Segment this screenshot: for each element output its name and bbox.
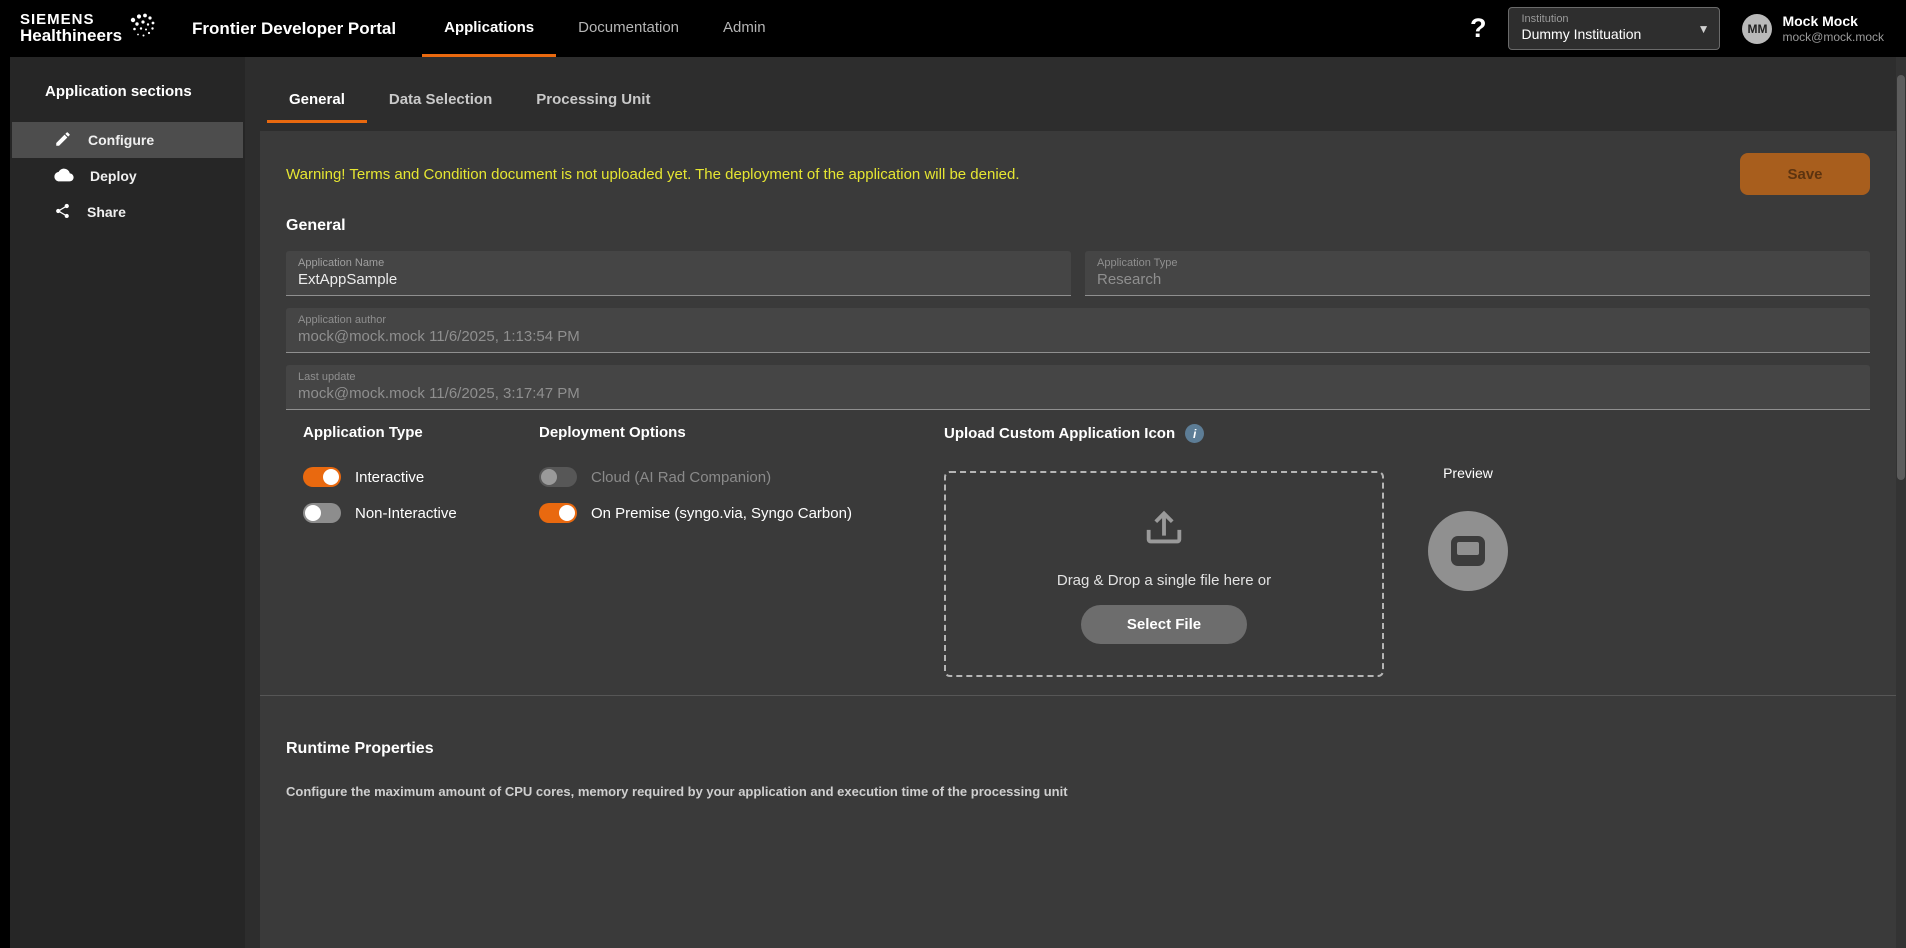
application-name-label: Application Name	[298, 257, 1059, 269]
general-panel: Warning! Terms and Condition document is…	[260, 131, 1896, 948]
application-type-field: Application Type Research	[1085, 251, 1870, 296]
on-premise-toggle[interactable]	[539, 503, 577, 523]
terms-warning-text: Warning! Terms and Condition document is…	[286, 166, 1020, 183]
sidebar-item-label: Share	[87, 204, 126, 220]
deployment-options-heading: Deployment Options	[539, 424, 944, 441]
nav-documentation[interactable]: Documentation	[556, 0, 701, 57]
non-interactive-toggle[interactable]	[303, 503, 341, 523]
institution-dropdown[interactable]: Institution Dummy Instituation ▼	[1508, 7, 1720, 50]
nav-admin[interactable]: Admin	[701, 0, 788, 57]
help-icon[interactable]: ?	[1470, 13, 1487, 44]
tab-processing-unit[interactable]: Processing Unit	[514, 81, 672, 123]
vertical-scrollbar[interactable]	[1896, 57, 1906, 948]
brand-siemens: SIEMENS	[20, 12, 122, 28]
tab-bar: General Data Selection Processing Unit	[260, 81, 1896, 123]
cloud-icon	[54, 167, 74, 186]
last-update-label: Last update	[298, 371, 1858, 383]
on-premise-toggle-label: On Premise (syngo.via, Syngo Carbon)	[591, 505, 852, 522]
application-type-label: Application Type	[1097, 257, 1858, 269]
sidebar-title: Application sections	[45, 83, 245, 100]
upload-heading: Upload Custom Application Icon	[944, 425, 1175, 442]
avatar: MM	[1742, 14, 1772, 44]
runtime-properties-description: Configure the maximum amount of CPU core…	[286, 784, 1870, 799]
application-type-group-heading: Application Type	[303, 424, 539, 441]
top-header: SIEMENS Healthineers Frontier Developer …	[0, 0, 1906, 57]
institution-value: Dummy Instituation	[1521, 26, 1689, 42]
default-app-icon	[1448, 533, 1488, 569]
general-heading: General	[286, 217, 1870, 235]
application-author-field: Application author mock@mock.mock 11/6/2…	[286, 308, 1870, 353]
sidebar-item-deploy[interactable]: Deploy	[12, 158, 243, 194]
preview-label: Preview	[1443, 465, 1493, 481]
chevron-down-icon: ▼	[1698, 22, 1710, 36]
sidebar-item-configure[interactable]: Configure	[12, 122, 243, 158]
last-update-field: Last update mock@mock.mock 11/6/2025, 3:…	[286, 365, 1870, 410]
sidebar-item-label: Configure	[88, 132, 154, 148]
interactive-toggle-label: Interactive	[355, 469, 424, 486]
select-file-button[interactable]: Select File	[1081, 605, 1247, 644]
icon-preview	[1428, 511, 1508, 591]
share-icon	[54, 202, 71, 223]
application-author-label: Application author	[298, 314, 1858, 326]
pencil-icon	[54, 130, 72, 151]
interactive-toggle[interactable]	[303, 467, 341, 487]
upload-icon-group: Upload Custom Application Icon i Drag & …	[944, 424, 1870, 677]
sidebar-item-share[interactable]: Share	[12, 194, 243, 230]
application-author-value: mock@mock.mock 11/6/2025, 1:13:54 PM	[298, 328, 1858, 345]
sidebar: Application sections Configure Deploy Sh…	[10, 57, 245, 948]
section-divider	[260, 695, 1896, 696]
institution-label: Institution	[1521, 13, 1689, 25]
portal-title: Frontier Developer Portal	[192, 19, 396, 39]
siemens-healthineers-logo: SIEMENS Healthineers	[0, 0, 170, 57]
dropzone-text: Drag & Drop a single file here or	[1057, 572, 1271, 589]
cloud-toggle-label: Cloud (AI Rad Companion)	[591, 469, 771, 486]
upload-arrow-icon	[1141, 505, 1187, 556]
tab-data-selection[interactable]: Data Selection	[367, 81, 514, 123]
user-name: Mock Mock	[1782, 13, 1884, 30]
tab-general[interactable]: General	[267, 81, 367, 123]
file-dropzone[interactable]: Drag & Drop a single file here or Select…	[944, 471, 1384, 677]
cloud-toggle	[539, 467, 577, 487]
healthineers-orb-icon	[128, 11, 156, 46]
non-interactive-toggle-label: Non-Interactive	[355, 505, 457, 522]
application-type-value: Research	[1097, 271, 1858, 288]
info-icon[interactable]: i	[1185, 424, 1204, 443]
sidebar-item-label: Deploy	[90, 168, 137, 184]
application-name-value: ExtAppSample	[298, 271, 1059, 288]
left-gutter	[0, 57, 10, 948]
main-nav: Applications Documentation Admin	[422, 0, 787, 57]
save-button[interactable]: Save	[1740, 153, 1870, 195]
main-content: General Data Selection Processing Unit W…	[245, 57, 1906, 948]
runtime-properties-heading: Runtime Properties	[286, 740, 1870, 758]
nav-applications[interactable]: Applications	[422, 0, 556, 57]
last-update-value: mock@mock.mock 11/6/2025, 3:17:47 PM	[298, 385, 1858, 402]
user-email: mock@mock.mock	[1782, 30, 1884, 44]
brand-healthineers: Healthineers	[20, 27, 122, 45]
application-name-field[interactable]: Application Name ExtAppSample	[286, 251, 1071, 296]
scrollbar-thumb[interactable]	[1897, 75, 1905, 480]
application-type-group: Application Type Interactive Non-Interac…	[303, 424, 539, 677]
deployment-options-group: Deployment Options Cloud (AI Rad Compani…	[539, 424, 944, 677]
user-block[interactable]: MM Mock Mock mock@mock.mock	[1742, 13, 1884, 44]
